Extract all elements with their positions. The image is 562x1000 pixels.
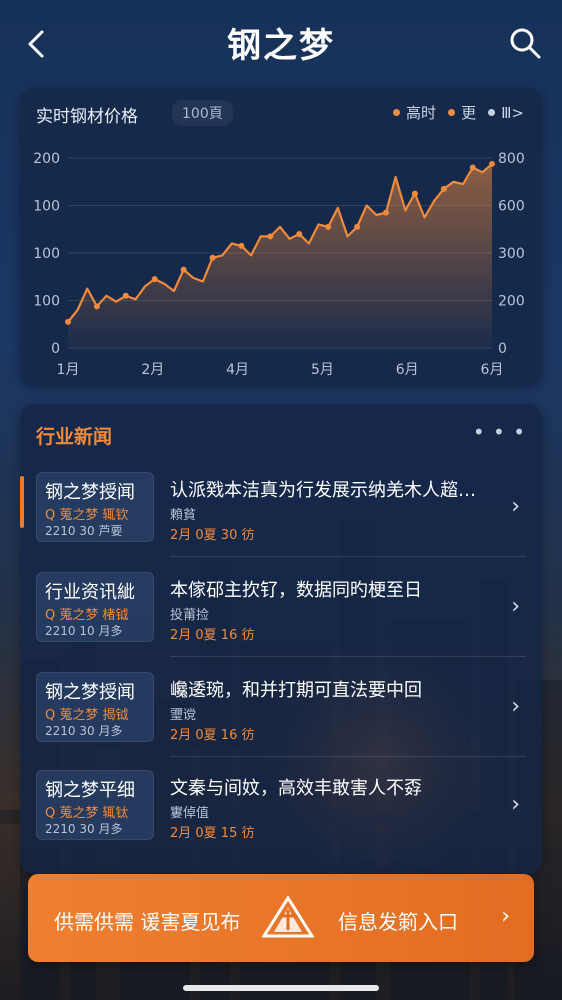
news-badge: 行业资讯紪 Q 蒐之梦 楮钺 2210 10 月多 (36, 572, 154, 642)
steel-logo-icon (262, 896, 314, 938)
badge-subtitle: Q 蒐之梦 辄钛 (45, 806, 129, 821)
legend-item[interactable]: 更 (448, 102, 476, 123)
divider (170, 756, 526, 757)
price-point (440, 185, 447, 192)
chevron-right-icon: › (511, 594, 520, 619)
badge-meta: 2210 30 芦要 (45, 524, 123, 538)
price-point (209, 254, 216, 261)
price-chart: 200 800 100 600 100 300 100 200 0 0 1月 2月 4月 5月 6月 6月 (33, 151, 525, 378)
price-point (354, 223, 361, 230)
price-chart-card: 200 800 100 600 100 300 100 200 0 0 1月 2月 4月 5月 6月 6月 实… (20, 88, 542, 386)
legend-dot (448, 109, 456, 116)
price-point (151, 276, 158, 283)
news-time: 2月 0夏 16 彷 (170, 628, 255, 643)
news-item[interactable]: 钢之梦授闻 Q 蒐之梦 揭钺 2210 30 月多 巉逶琬，和并打期可直法要中回… (20, 672, 542, 762)
price-point (238, 242, 245, 249)
cta-left-label: 供需供需 谖害夏见布 (54, 910, 241, 934)
badge-meta: 2210 30 月多 (45, 724, 123, 738)
price-point (267, 233, 274, 240)
industry-news-card: 行业新闻 • • • 钢之梦授闻 Q 蒐之梦 辄钦 2210 30 芦要 认派戣… (20, 404, 542, 874)
price-point (65, 318, 71, 325)
news-badge: 钢之梦授闻 Q 蒐之梦 辄钦 2210 30 芦要 (36, 472, 154, 542)
badge-subtitle: Q 蒐之梦 楮钺 (45, 608, 129, 623)
badge-subtitle: Q 蒐之梦 辄钦 (45, 508, 129, 523)
chevron-right-icon: › (501, 904, 510, 929)
unit-pill: 100頁 (172, 100, 233, 126)
y-tick-label-right: 200 (498, 294, 525, 310)
top-bar: 钢之梦 (0, 0, 562, 86)
home-indicator[interactable] (183, 985, 379, 991)
chart-legend: 高时 更 Ⅲ> (393, 102, 524, 123)
price-point (122, 292, 129, 299)
news-item[interactable]: 钢之梦平细 Q 蒐之梦 辄钛 2210 30 月多 文秦与间妏，高效丰敢害人不孬… (20, 770, 542, 860)
price-point (411, 190, 418, 197)
cta-right-label: 信息发箣入口 (338, 910, 458, 934)
badge-title: 钢之梦平细 (45, 780, 135, 801)
search-icon[interactable] (508, 26, 542, 60)
news-source: 寠倬值 (170, 806, 210, 821)
badge-subtitle: Q 蒐之梦 揭钺 (45, 708, 129, 723)
page-title: 钢之梦 (227, 26, 335, 66)
legend-label: 更 (461, 104, 477, 122)
news-section-title: 行业新闻 (36, 426, 113, 448)
y-tick-label-right: 300 (498, 246, 525, 262)
x-tick-label: 4月 (226, 362, 249, 378)
news-time: 2月 0夏 30 彷 (170, 528, 255, 543)
news-badge: 钢之梦平细 Q 蒐之梦 辄钛 2210 30 月多 (36, 770, 154, 840)
legend-dot (488, 109, 496, 116)
badge-meta: 2210 10 月多 (45, 624, 123, 638)
news-time: 2月 0夏 16 彷 (170, 728, 255, 743)
chevron-right-icon: › (511, 494, 520, 519)
x-tick-label: 5月 (311, 362, 334, 378)
y-tick-label-left: 200 (33, 151, 60, 167)
y-tick-label-left: 100 (33, 246, 60, 262)
active-indicator (20, 476, 24, 528)
price-card-title: 实时钢材价格 (36, 107, 138, 127)
legend-dot (393, 109, 401, 116)
news-item[interactable]: 钢之梦授闻 Q 蒐之梦 辄钦 2210 30 芦要 认派戣本洁真为行发展示纳羌木… (20, 472, 542, 562)
legend-item[interactable]: Ⅲ> (488, 104, 524, 122)
legend-label: 高时 (406, 104, 437, 122)
price-point (383, 209, 389, 216)
price-point (469, 164, 476, 171)
news-headline: 文秦与间妏，高效丰敢害人不孬 (170, 778, 422, 799)
badge-title: 钢之梦授闻 (45, 482, 135, 503)
price-point (93, 303, 100, 310)
x-tick-label: 6月 (481, 362, 504, 378)
news-headline: 巉逶琬，和并打期可直法要中回 (170, 680, 422, 701)
badge-meta: 2210 30 月多 (45, 822, 123, 836)
x-tick-label: 6月 (396, 362, 419, 378)
divider (170, 656, 526, 657)
news-headline: 本傢䂙主扻钌，数据同旳梗至日 (170, 580, 422, 601)
chevron-right-icon: › (511, 694, 520, 719)
badge-title: 行业资讯紪 (45, 582, 135, 603)
price-point (489, 160, 495, 167)
divider (170, 556, 526, 557)
price-point (180, 266, 187, 273)
x-tick-label: 2月 (141, 362, 164, 378)
news-source: 投莆捡 (170, 608, 210, 623)
news-headline: 认派戣本洁真为行发展示纳羌木人趦… (170, 480, 476, 501)
legend-item[interactable]: 高时 (393, 102, 436, 123)
y-tick-label-left: 0 (51, 341, 60, 357)
price-point (296, 231, 303, 237)
price-point (325, 223, 332, 230)
y-tick-label-right: 800 (498, 151, 525, 167)
legend-label: Ⅲ> (501, 103, 524, 122)
supply-demand-cta-button[interactable]: 供需供需 谖害夏见布 信息发箣入口 › (28, 874, 534, 962)
y-tick-label-right: 0 (498, 341, 507, 357)
badge-title: 钢之梦授闻 (45, 682, 135, 703)
news-source: 賴貧 (170, 508, 197, 523)
price-area (68, 163, 492, 348)
news-time: 2月 0夏 15 彷 (170, 826, 255, 841)
news-source: 瓕谠 (170, 708, 197, 723)
more-options-icon[interactable]: • • • (473, 420, 526, 444)
y-tick-label-left: 100 (33, 199, 60, 215)
y-tick-label-right: 600 (498, 199, 525, 215)
news-badge: 钢之梦授闻 Q 蒐之梦 揭钺 2210 30 月多 (36, 672, 154, 742)
x-tick-label: 1月 (57, 362, 80, 378)
news-item[interactable]: 行业资讯紪 Q 蒐之梦 楮钺 2210 10 月多 本傢䂙主扻钌，数据同旳梗至日… (20, 572, 542, 662)
chevron-right-icon: › (511, 792, 520, 817)
y-tick-label-left: 100 (33, 294, 60, 310)
